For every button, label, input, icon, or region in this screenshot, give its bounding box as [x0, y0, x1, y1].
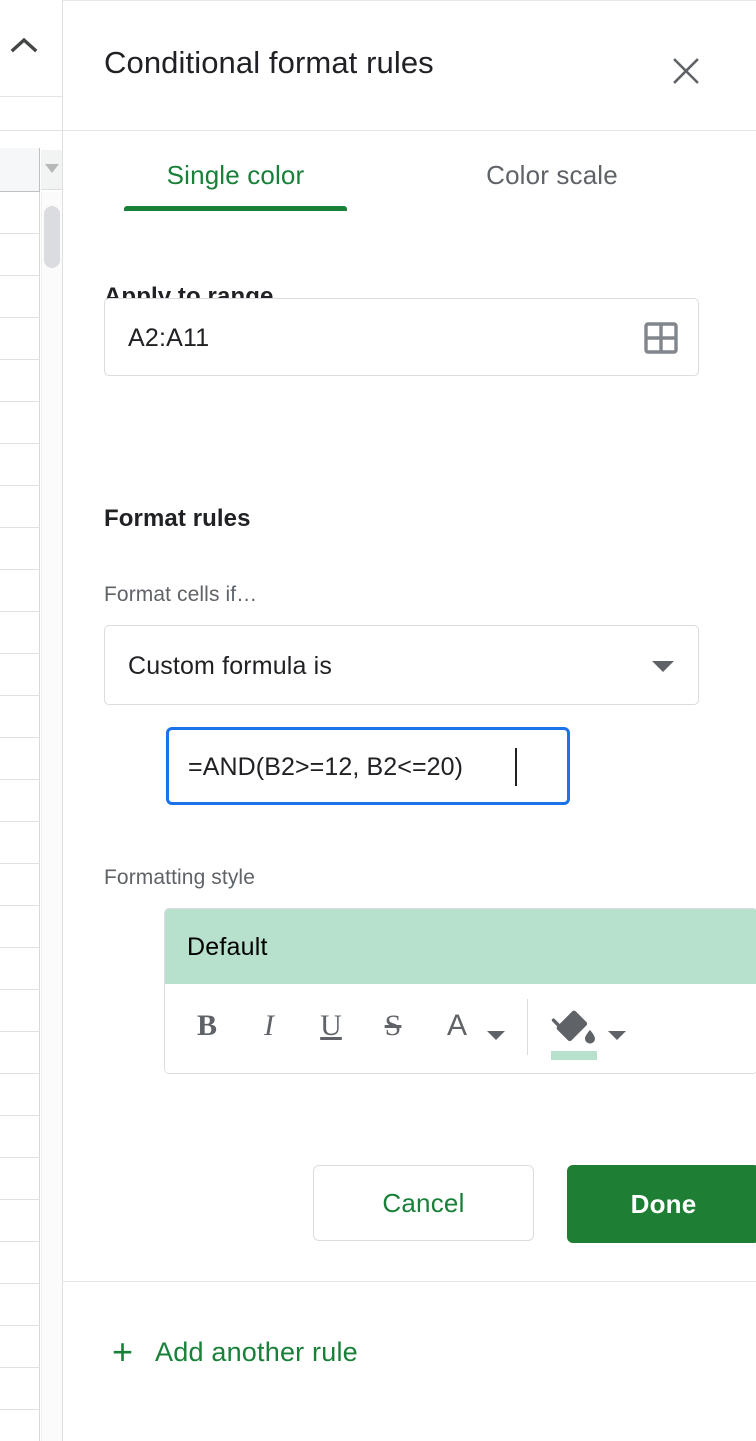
grid-row [0, 1410, 40, 1441]
grid-row [0, 1074, 40, 1116]
caret-down-glyph [45, 164, 59, 173]
grid-row [0, 276, 40, 318]
grid-row [0, 1284, 40, 1326]
cancel-button[interactable]: Cancel [313, 1165, 534, 1241]
bold-button[interactable]: B [179, 995, 235, 1057]
italic-button[interactable]: I [241, 995, 297, 1057]
tab-bar: Single color Color scale [63, 132, 756, 218]
grid-row [0, 822, 40, 864]
grid-row [0, 1326, 40, 1368]
conditional-format-panel: Conditional format rules Single color Co… [62, 0, 756, 1441]
grid-row [0, 780, 40, 822]
text-color-chevron-down-icon [487, 1031, 505, 1040]
vertical-scrollbar[interactable] [41, 192, 62, 1441]
style-preview-text: Default [187, 933, 268, 961]
fill-color-chevron-down-icon [608, 1031, 626, 1040]
grid-row [0, 948, 40, 990]
format-rules-label: Format rules [104, 505, 251, 532]
grid-row [0, 360, 40, 402]
grid-row [0, 318, 40, 360]
filter-dropdown-icon[interactable] [41, 150, 62, 190]
tab-color-scale[interactable]: Color scale [427, 132, 677, 218]
select-data-range-icon[interactable] [640, 317, 682, 359]
panel-header: Conditional format rules [63, 1, 756, 131]
custom-formula-input[interactable]: =AND(B2>=12, B2<=20) [166, 727, 570, 805]
add-another-rule-label: Add another rule [155, 1337, 358, 1367]
grid-row [0, 1158, 40, 1200]
footer-divider [63, 1281, 756, 1282]
grid-row [0, 864, 40, 906]
page-title: Conditional format rules [104, 45, 434, 80]
grid-row [0, 444, 40, 486]
range-input-value: A2:A11 [128, 324, 210, 352]
formatting-style-card: Default B I U S A [164, 908, 756, 1074]
grid-row [0, 486, 40, 528]
grid-row [0, 990, 40, 1032]
condition-select-value: Custom formula is [128, 652, 332, 680]
app-root: Conditional format rules Single color Co… [0, 0, 756, 1441]
spreadsheet-backdrop [0, 0, 62, 1441]
scrollbar-thumb[interactable] [44, 206, 60, 268]
grid-row [0, 234, 40, 276]
toolbar-divider [527, 999, 528, 1055]
grid-row [0, 1368, 40, 1410]
grid-row [0, 402, 40, 444]
condition-select[interactable]: Custom formula is [104, 625, 699, 705]
grid-row [0, 738, 40, 780]
grid-row [0, 1242, 40, 1284]
fill-color-icon[interactable] [543, 999, 605, 1061]
grid-row [0, 906, 40, 948]
grid-row [0, 1200, 40, 1242]
grid-row [0, 528, 40, 570]
grid-row [0, 654, 40, 696]
chevron-down-icon [652, 661, 674, 672]
formula-bar-strip [0, 97, 62, 131]
grid-row [0, 1032, 40, 1074]
grid-row [0, 1116, 40, 1158]
underline-button[interactable]: U [303, 995, 359, 1057]
strikethrough-button[interactable]: S [365, 995, 421, 1057]
format-cells-if-label: Format cells if… [104, 583, 258, 606]
selected-cell[interactable] [0, 148, 40, 192]
done-button[interactable]: Done [567, 1165, 756, 1243]
grid-row [0, 696, 40, 738]
grid-row [0, 192, 40, 234]
text-color-button[interactable]: A [429, 995, 485, 1057]
add-another-rule-button[interactable]: + Add another rule [112, 1325, 358, 1379]
formatting-style-label: Formatting style [104, 866, 255, 889]
tab-active-indicator [124, 206, 347, 211]
close-icon[interactable] [658, 43, 714, 99]
toolbar-collapse-area [0, 0, 62, 97]
custom-formula-value: =AND(B2>=12, B2<=20) [188, 753, 464, 781]
plus-icon: + [112, 1331, 134, 1372]
style-toolbar: B I U S A [165, 985, 756, 1073]
text-cursor [515, 748, 517, 786]
grid-row [0, 570, 40, 612]
range-input[interactable]: A2:A11 [104, 298, 699, 376]
chevron-up-icon[interactable] [10, 36, 38, 54]
grid-row [0, 612, 40, 654]
style-preview: Default [165, 909, 756, 984]
